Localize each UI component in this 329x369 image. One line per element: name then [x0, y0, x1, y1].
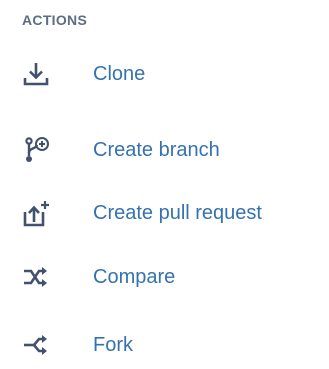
download-icon	[22, 60, 50, 88]
fork-label[interactable]: Fork	[93, 334, 133, 357]
create-branch-label[interactable]: Create branch	[93, 139, 220, 162]
fork-icon	[22, 331, 50, 359]
actions-heading: ACTIONS	[22, 12, 88, 28]
compare-action[interactable]: Compare	[0, 249, 329, 305]
compare-label[interactable]: Compare	[93, 266, 175, 289]
create-branch-action[interactable]: Create branch	[0, 122, 329, 178]
create-pull-request-label[interactable]: Create pull request	[93, 202, 262, 225]
create-pull-request-action[interactable]: Create pull request	[0, 185, 329, 241]
compare-icon	[22, 263, 50, 291]
branch-add-icon	[22, 136, 50, 164]
actions-panel: ACTIONS Clone Create branch Create pull …	[0, 0, 329, 369]
fork-action[interactable]: Fork	[0, 317, 329, 369]
clone-label[interactable]: Clone	[93, 63, 145, 86]
pull-request-add-icon	[22, 199, 50, 227]
clone-action[interactable]: Clone	[0, 46, 329, 102]
